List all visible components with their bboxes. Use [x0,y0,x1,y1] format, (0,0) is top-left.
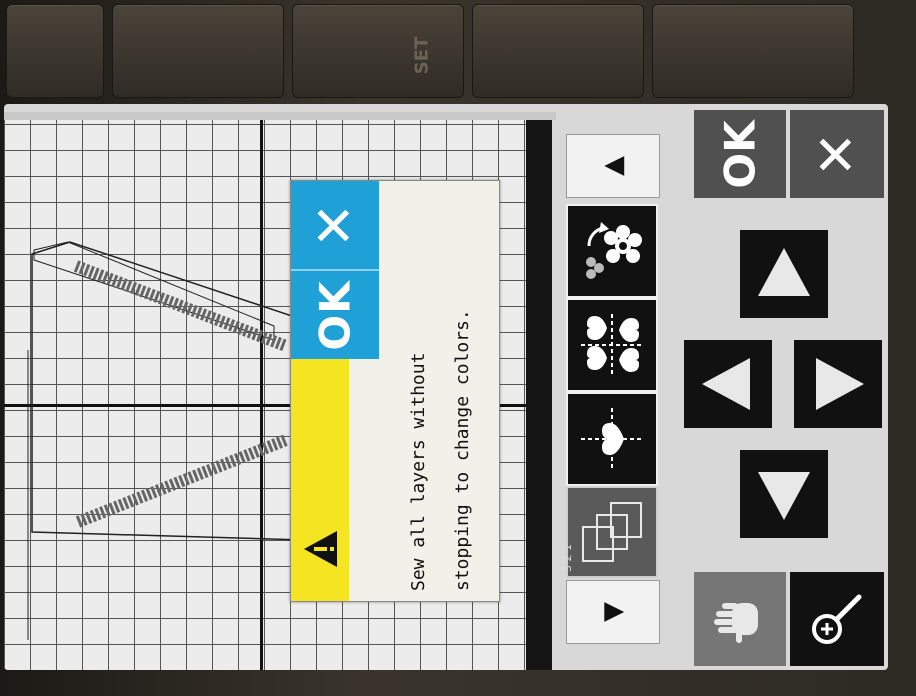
scroll-down-icon: ▼ [598,602,628,622]
stitch-line-upper [73,260,289,352]
panel-cancel-button[interactable]: ✕ [790,110,884,198]
scroll-up-button[interactable]: ▲ [566,134,660,198]
move-up-button[interactable] [740,230,828,318]
magnifier-icon [812,594,862,644]
arrow-up-icon [758,248,810,296]
dialog-ok-button[interactable]: OK [291,269,379,359]
touch-screen: ✕ OK Sew all layers without stopping to … [4,104,888,670]
dialog-ok-label: OK [310,279,360,351]
move-down-button[interactable] [740,450,828,538]
cancel-icon: ✕ [805,131,869,177]
warning-icon [304,531,337,567]
canvas-frame [4,112,556,120]
tile-mirror-hearts[interactable] [566,298,658,392]
hand-move-button[interactable] [694,572,786,666]
arrow-left-icon [702,358,750,410]
tile-layers[interactable]: 3 2 1 [561,486,658,578]
arrow-right-icon [816,358,864,410]
panel-ok-button[interactable]: OK [694,110,786,198]
flower-rotate-icon [586,222,642,279]
move-left-button[interactable] [684,340,772,428]
mirror-hearts-icon [581,314,643,376]
zoom-button[interactable] [790,572,884,666]
layers-icon [582,502,642,562]
close-icon: ✕ [303,202,367,248]
set-key[interactable]: SET [292,4,464,98]
tile-rotate-flowers[interactable] [566,204,658,298]
panel-ok-label: OK [715,119,765,189]
confirm-dialog: ✕ OK Sew all layers without stopping to … [290,180,500,602]
dialog-close-button[interactable]: ✕ [291,181,379,269]
hand-icon [714,603,758,643]
set-key-label: SET [411,36,433,75]
message-line-2: stopping to change colors. [452,309,473,591]
tile-center-heart[interactable] [566,392,658,486]
move-right-button[interactable] [794,340,882,428]
hw-key-2[interactable] [112,4,284,98]
help-key[interactable] [472,4,644,98]
design-outline [31,241,305,541]
dialog-message: Sew all layers without stopping to chang… [387,181,495,601]
scroll-up-icon: ▲ [598,156,628,176]
message-line-1: Sew all layers without [408,352,429,591]
hw-key-1[interactable] [6,4,104,98]
canvas-scrollbar[interactable] [526,120,552,670]
scroll-down-button[interactable]: ▼ [566,580,660,644]
stitch-line-lower [75,434,289,528]
menu-key[interactable] [652,4,854,98]
layers-label: 3 2 1 [561,544,574,572]
center-heart-icon [581,408,643,470]
arrow-down-icon [758,472,810,520]
